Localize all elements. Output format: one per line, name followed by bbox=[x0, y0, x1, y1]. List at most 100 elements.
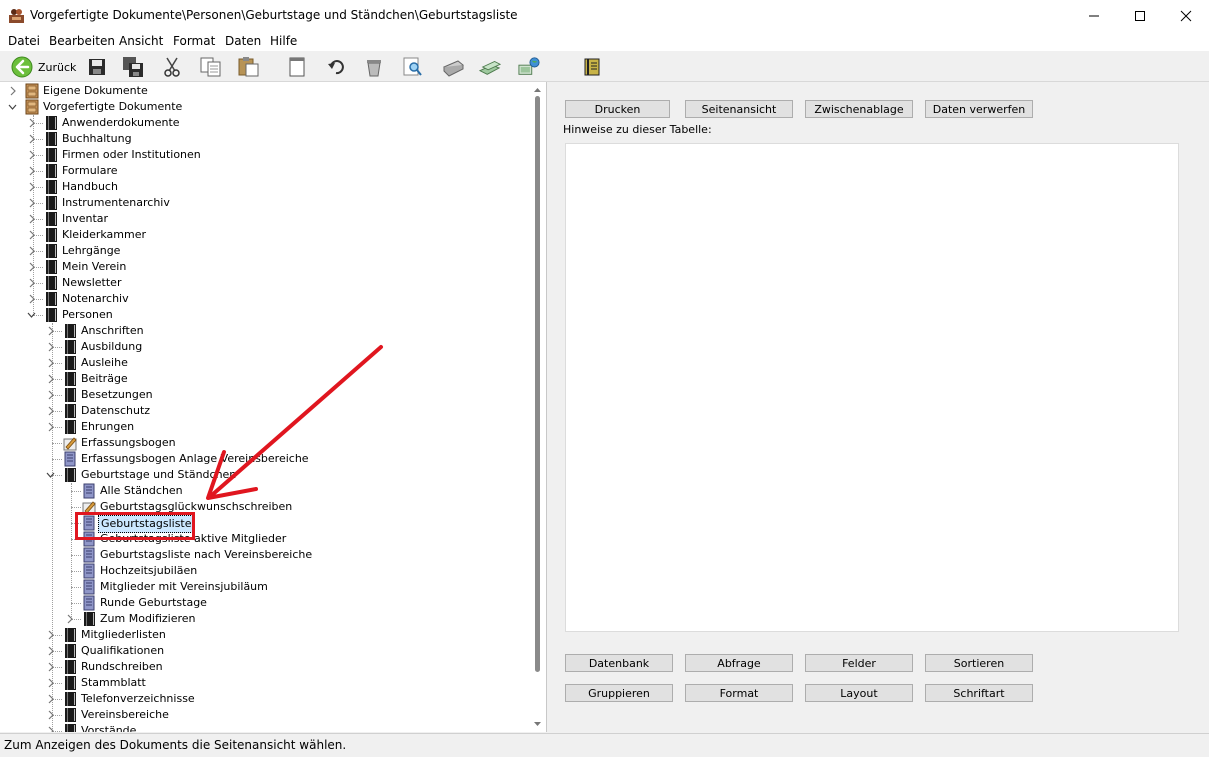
network-button[interactable] bbox=[518, 56, 540, 78]
chevron-right-icon[interactable] bbox=[46, 373, 55, 385]
chevron-right-icon[interactable] bbox=[46, 341, 55, 353]
back-icon bbox=[11, 56, 33, 78]
document-icon bbox=[82, 483, 96, 499]
chevron-right-icon[interactable] bbox=[27, 213, 36, 225]
chevron-right-icon[interactable] bbox=[46, 693, 55, 705]
chevron-right-icon[interactable] bbox=[27, 165, 36, 177]
gruppieren-button[interactable]: Gruppieren bbox=[565, 684, 673, 702]
layout-button[interactable]: Layout bbox=[805, 684, 913, 702]
cut-button[interactable] bbox=[161, 56, 183, 78]
chevron-down-icon[interactable] bbox=[46, 469, 55, 481]
book-icon bbox=[63, 467, 77, 483]
chevron-right-icon[interactable] bbox=[27, 149, 36, 161]
book-icon bbox=[63, 723, 77, 732]
sortieren-button[interactable]: Sortieren bbox=[925, 654, 1033, 672]
book-icon bbox=[63, 691, 77, 707]
save-all-button[interactable] bbox=[122, 56, 144, 78]
minimize-icon bbox=[1089, 15, 1099, 16]
daten-verwerfen-button[interactable]: Daten verwerfen bbox=[925, 100, 1033, 118]
zwischenablage-button[interactable]: Zwischenablage bbox=[805, 100, 913, 118]
back-button[interactable]: Zurück bbox=[11, 55, 76, 79]
book-icon bbox=[63, 403, 77, 419]
chevron-down-icon[interactable] bbox=[8, 101, 17, 113]
scroll-up-icon[interactable] bbox=[530, 84, 545, 96]
menu-datei[interactable]: Datei bbox=[8, 34, 40, 48]
document-icon bbox=[63, 451, 77, 467]
tree-item-label: Firmen oder Institutionen bbox=[62, 148, 201, 161]
book-icon bbox=[44, 243, 58, 259]
tree-connector-line bbox=[71, 483, 72, 619]
undo-button[interactable] bbox=[325, 56, 347, 78]
highlight-box bbox=[75, 512, 195, 540]
felder-button[interactable]: Felder bbox=[805, 654, 913, 672]
chevron-right-icon[interactable] bbox=[27, 229, 36, 241]
book-button[interactable] bbox=[581, 56, 603, 78]
chevron-right-icon[interactable] bbox=[27, 261, 36, 273]
chevron-right-icon[interactable] bbox=[46, 629, 55, 641]
chevron-right-icon[interactable] bbox=[8, 85, 17, 97]
chevron-right-icon[interactable] bbox=[27, 245, 36, 257]
book-icon bbox=[63, 707, 77, 723]
tree-scrollbar[interactable] bbox=[530, 82, 545, 732]
menu-hilfe[interactable]: Hilfe bbox=[270, 34, 297, 48]
chevron-right-icon[interactable] bbox=[46, 389, 55, 401]
book-icon bbox=[44, 227, 58, 243]
chevron-right-icon[interactable] bbox=[27, 197, 36, 209]
menu-bearbeiten[interactable]: Bearbeiten bbox=[49, 34, 115, 48]
chevron-right-icon[interactable] bbox=[27, 117, 36, 129]
maximize-button[interactable] bbox=[1117, 0, 1163, 31]
menu-ansicht[interactable]: Ansicht bbox=[119, 34, 163, 48]
tree-item-label: Notenarchiv bbox=[62, 292, 129, 305]
drucken-button[interactable]: Drucken bbox=[565, 100, 670, 118]
schriftart-button[interactable]: Schriftart bbox=[925, 684, 1033, 702]
chevron-right-icon[interactable] bbox=[27, 293, 36, 305]
export-icon bbox=[479, 60, 501, 75]
print-icon bbox=[443, 60, 464, 77]
search-button[interactable] bbox=[402, 56, 424, 78]
save-all-icon bbox=[123, 57, 143, 77]
tree-item-label: Vereinsbereiche bbox=[81, 708, 169, 721]
minimize-button[interactable] bbox=[1071, 0, 1117, 31]
format-button[interactable]: Format bbox=[685, 684, 793, 702]
scroll-down-icon[interactable] bbox=[530, 718, 545, 730]
menu-daten[interactable]: Daten bbox=[225, 34, 261, 48]
chevron-right-icon[interactable] bbox=[65, 613, 74, 625]
chevron-right-icon[interactable] bbox=[27, 277, 36, 289]
new-document-button[interactable] bbox=[286, 56, 308, 78]
chevron-right-icon[interactable] bbox=[46, 421, 55, 433]
datenbank-button[interactable]: Datenbank bbox=[565, 654, 673, 672]
chevron-right-icon[interactable] bbox=[46, 661, 55, 673]
book-icon bbox=[44, 307, 58, 323]
chevron-right-icon[interactable] bbox=[46, 709, 55, 721]
tree-item-label: Stammblatt bbox=[81, 676, 146, 689]
search-icon bbox=[403, 57, 422, 76]
export-button[interactable] bbox=[479, 56, 501, 78]
scrollbar-thumb[interactable] bbox=[535, 96, 540, 672]
book-icon bbox=[44, 179, 58, 195]
print-button[interactable] bbox=[442, 56, 464, 78]
chevron-right-icon[interactable] bbox=[46, 325, 55, 337]
close-button[interactable] bbox=[1163, 0, 1209, 31]
hint-textarea[interactable] bbox=[565, 143, 1179, 632]
chevron-right-icon[interactable] bbox=[46, 645, 55, 657]
drawer-icon bbox=[25, 99, 39, 115]
abfrage-button[interactable]: Abfrage bbox=[685, 654, 793, 672]
delete-button[interactable] bbox=[363, 56, 385, 78]
chevron-down-icon[interactable] bbox=[27, 309, 36, 321]
chevron-right-icon[interactable] bbox=[46, 405, 55, 417]
copy-button[interactable] bbox=[200, 56, 222, 78]
save-button[interactable] bbox=[86, 56, 108, 78]
book-icon bbox=[44, 131, 58, 147]
seitenansicht-button[interactable]: Seitenansicht bbox=[685, 100, 793, 118]
menu-format[interactable]: Format bbox=[173, 34, 215, 48]
chevron-right-icon[interactable] bbox=[27, 133, 36, 145]
chevron-right-icon[interactable] bbox=[46, 677, 55, 689]
book-icon bbox=[44, 115, 58, 131]
chevron-right-icon[interactable] bbox=[27, 181, 36, 193]
paste-button[interactable] bbox=[238, 56, 260, 78]
book-icon bbox=[44, 259, 58, 275]
chevron-right-icon[interactable] bbox=[46, 357, 55, 369]
book-icon bbox=[82, 611, 96, 627]
chevron-right-icon[interactable] bbox=[46, 725, 55, 732]
document-tree[interactable]: Eigene Dokumente Vorgefertigte Dokumente A… bbox=[0, 82, 547, 732]
